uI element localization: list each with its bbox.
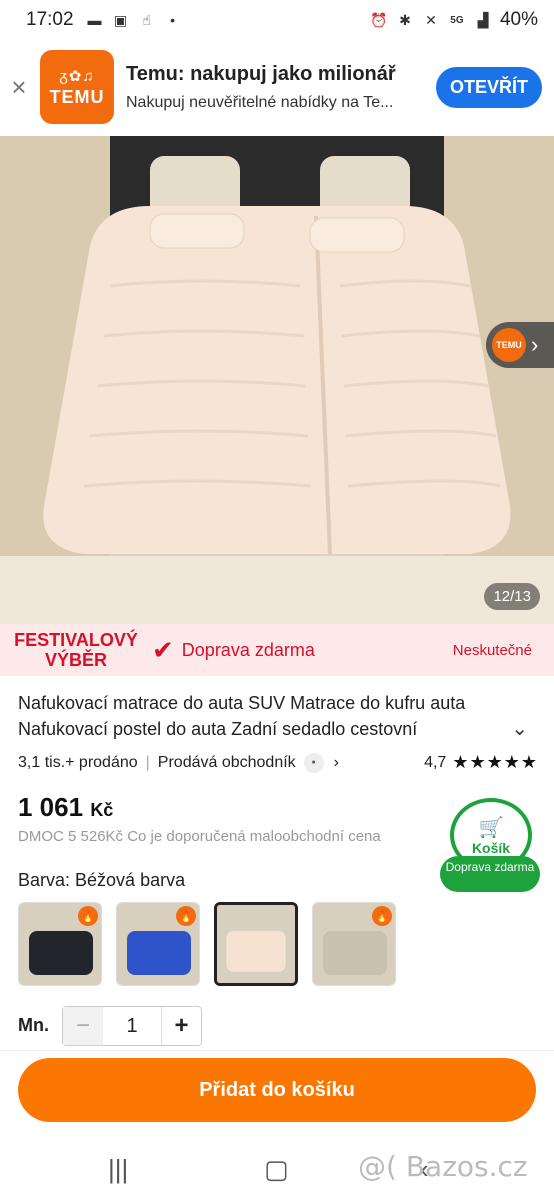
banner-app-title: Temu: nakupuj jako milionář xyxy=(126,62,396,85)
open-app-button[interactable]: OTEVŘÍT xyxy=(435,66,542,108)
color-option-black[interactable]: 🔥 xyxy=(18,902,102,986)
color-option-beige[interactable] xyxy=(214,902,298,986)
color-options: 🔥 🔥 🔥 xyxy=(18,902,396,986)
chevron-right-icon: › xyxy=(531,332,539,357)
home-icon[interactable]: ▢ xyxy=(264,1154,289,1185)
mute-icon: ✕ xyxy=(425,11,437,28)
app-install-banner: × ᵹ✿♫ TEMU Temu: nakupuj jako milionář N… xyxy=(0,42,554,132)
color-option-grey[interactable]: 🔥 xyxy=(312,902,396,986)
watermark: @( Bazos.cz xyxy=(358,1150,528,1183)
fire-icon: 🔥 xyxy=(78,906,98,926)
banner-app-subtitle: Nakupuj neuvěřitelné nabídky na Te... xyxy=(126,93,394,111)
quantity-label: Mn. xyxy=(18,1015,49,1035)
color-label: Barva: Béžová barva xyxy=(18,870,186,890)
bluetooth-icon: ✱ xyxy=(399,11,411,28)
battery-level: 40% xyxy=(499,9,538,30)
cart-shipping-pill: Doprava zdarma xyxy=(440,856,540,892)
star-icons: ★★★★★ xyxy=(452,752,538,772)
recent-apps-icon[interactable]: ||| xyxy=(108,1154,128,1185)
festival-tag-line1: FESTIVALOVÝ xyxy=(14,630,138,650)
recommended-price: DMOC 5 526Kč Co je doporučená maloobchod… xyxy=(18,828,381,845)
store-badge[interactable]: TEMU › xyxy=(486,322,554,368)
product-title: Nafukovací matrace do auta SUV Matrace d… xyxy=(18,693,466,739)
temu-logo: ᵹ✿♫ TEMU xyxy=(40,50,114,124)
product-image[interactable]: TEMU › 12/13 xyxy=(0,136,554,624)
fire-icon: 🔥 xyxy=(372,906,392,926)
message-icon: ▬ xyxy=(87,12,102,28)
add-to-cart-button[interactable]: Přidat do košíku xyxy=(18,1058,536,1122)
cart-label: Košík xyxy=(471,839,511,856)
promo-strip: FESTIVALOVÝ VÝBĚR ✔ Doprava zdarma Nesku… xyxy=(0,624,554,676)
price-currency: Kč xyxy=(90,800,114,820)
price-value: 1 061 xyxy=(18,792,84,822)
alarm-icon: ⏰ xyxy=(370,11,388,28)
product-meta: 3,1 tis.+ prodáno | Prodává obchodník ● … xyxy=(18,752,538,773)
dot-icon: • xyxy=(170,12,175,28)
logo-glyphs: ᵹ✿♫ xyxy=(59,67,95,85)
hand-icon: ☝ xyxy=(142,11,151,28)
thumb-image xyxy=(217,905,295,983)
mattress-photo xyxy=(0,136,554,624)
seller-logo[interactable]: ● xyxy=(303,752,324,773)
festival-tag-line2: VÝBĚR xyxy=(44,650,107,670)
seller-link[interactable]: Prodává obchodník xyxy=(158,754,296,772)
cart-icon: 🛒 xyxy=(478,816,504,839)
festival-tag: FESTIVALOVÝ VÝBĚR xyxy=(14,630,138,670)
status-bar: 17:02 ▬ ▣ ☝ • ⏰ ✱ ✕ 5G ▟ 40% xyxy=(0,0,554,40)
rating-value: 4,7 xyxy=(424,753,447,771)
color-option-blue[interactable]: 🔥 xyxy=(116,902,200,986)
logo-word: TEMU xyxy=(49,86,105,107)
checkmark-icon: ✔ xyxy=(152,634,174,665)
amazing-text: Neskutečné xyxy=(452,641,532,659)
close-icon[interactable]: × xyxy=(0,72,38,103)
status-time: 17:02 xyxy=(26,9,74,30)
increase-button[interactable]: + xyxy=(161,1007,201,1045)
decrease-button[interactable]: − xyxy=(63,1007,103,1045)
price: 1 061 Kč xyxy=(18,792,113,823)
sold-count: 3,1 tis.+ prodáno xyxy=(18,753,138,771)
free-shipping-text: Doprava zdarma xyxy=(181,639,315,660)
separator: | xyxy=(145,753,150,771)
temu-mini-logo: TEMU xyxy=(492,328,526,362)
image-counter: 12/13 xyxy=(484,583,540,610)
chevron-right-icon[interactable]: › xyxy=(334,754,339,772)
quantity-stepper: − 1 + xyxy=(62,1006,202,1046)
chevron-down-icon[interactable]: ⌄ xyxy=(511,716,528,741)
gallery-icon: ▣ xyxy=(113,11,128,28)
signal-icon: ▟ xyxy=(477,11,489,28)
network-icon: 5G xyxy=(450,14,464,26)
divider xyxy=(0,1050,554,1051)
rating[interactable]: 4,7 ★★★★★ xyxy=(424,752,538,773)
quantity-value[interactable]: 1 xyxy=(103,1015,161,1038)
fire-icon: 🔥 xyxy=(176,906,196,926)
